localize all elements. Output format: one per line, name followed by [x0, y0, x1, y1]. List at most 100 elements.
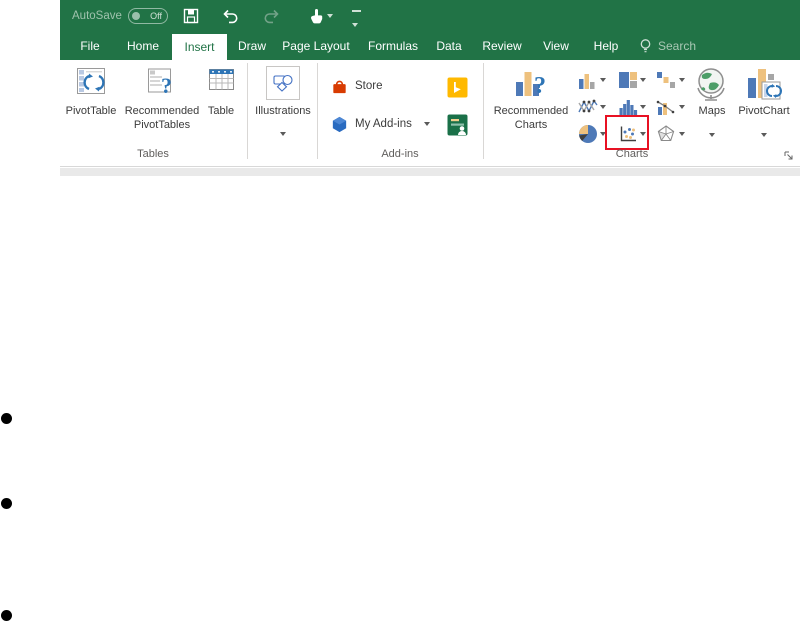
table-button[interactable]: Table [198, 66, 244, 119]
autosave-toggle[interactable]: Off [128, 8, 168, 24]
toggle-knob-icon [132, 12, 140, 20]
tab-home[interactable]: Home [116, 32, 170, 60]
recommended-pivottables-icon: ? [148, 68, 172, 96]
charts-dialog-launcher-button[interactable] [784, 151, 794, 161]
bing-icon [447, 77, 468, 98]
illustrations-button[interactable]: Illustrations [249, 66, 317, 141]
customize-toolbar-icon [352, 10, 361, 12]
formula-bar-edge [60, 168, 800, 176]
column-chart-dropdown-icon[interactable] [600, 78, 606, 82]
insert-column-chart-button[interactable] [578, 70, 598, 90]
chevron-down-icon [352, 23, 358, 27]
save-icon [183, 8, 199, 24]
tables-group-label: Tables [137, 148, 169, 160]
recommended-charts-label: Recommended Charts [493, 105, 569, 131]
line-stock-chart-icon [578, 99, 598, 113]
insert-hierarchy-chart-button[interactable] [618, 70, 638, 90]
statistic-chart-dropdown-icon[interactable] [640, 105, 646, 109]
redo-button[interactable] [263, 7, 281, 25]
illustrations-dropdown-icon [280, 131, 286, 136]
tab-formulas[interactable]: Formulas [357, 32, 429, 60]
tab-draw[interactable]: Draw [227, 32, 277, 60]
tab-data[interactable]: Data [429, 32, 469, 60]
my-addins-label: My Add-ins [355, 118, 412, 130]
insert-pie-chart-button[interactable] [578, 124, 598, 144]
treemap-chart-dropdown-icon[interactable] [640, 78, 646, 82]
waterfall-chart-icon [657, 72, 675, 88]
maps-dropdown-icon [709, 132, 715, 137]
customize-quick-access-button[interactable] [352, 10, 361, 32]
people-graph-icon [447, 114, 468, 136]
tab-file[interactable]: File [68, 32, 112, 60]
table-label: Table [207, 105, 235, 117]
dialog-launcher-icon [784, 151, 793, 160]
store-label: Store [355, 80, 383, 92]
histogram-chart-icon [619, 100, 638, 115]
my-addins-dropdown-icon[interactable] [424, 122, 430, 126]
tab-help[interactable]: Help [581, 32, 631, 60]
autosave-label: AutoSave [72, 10, 122, 22]
addins-group-label: Add-ins [381, 148, 419, 160]
insert-statistic-chart-button[interactable] [618, 97, 638, 117]
pivottable-label: PivotTable [65, 105, 117, 117]
autosave-state: Off [150, 11, 162, 21]
recommended-pivottables-button[interactable]: ? Recommended PivotTables [120, 66, 204, 132]
lightbulb-icon [640, 38, 651, 52]
bullet-marker [1, 610, 12, 621]
bullet-marker [1, 413, 12, 424]
column-chart-icon [579, 74, 595, 89]
svg-text:?: ? [534, 73, 546, 98]
insert-waterfall-chart-button[interactable] [656, 70, 676, 90]
pivotchart-dropdown-icon [761, 132, 767, 137]
insert-line-chart-button[interactable] [578, 97, 598, 117]
pie-chart-icon [579, 125, 597, 143]
insert-scatter-chart-button[interactable] [618, 124, 638, 144]
title-bar: AutoSave Off [60, 0, 800, 32]
redo-icon [264, 9, 279, 24]
charts-group-label: Charts [615, 148, 649, 160]
recommended-pivottables-label: Recommended PivotTables [124, 105, 200, 131]
insert-radar-chart-button[interactable] [656, 124, 676, 144]
group-divider [317, 63, 318, 159]
pie-chart-dropdown-icon[interactable] [600, 132, 606, 136]
tab-insert[interactable]: Insert [172, 34, 227, 60]
tab-review[interactable]: Review [473, 32, 531, 60]
illustrations-label: Illustrations [255, 105, 311, 117]
svg-text:?: ? [161, 73, 172, 96]
insert-combo-chart-button[interactable] [656, 97, 676, 117]
people-graph-addin-button[interactable] [447, 114, 468, 136]
pivottable-button[interactable]: PivotTable [62, 66, 120, 119]
bullet-marker [1, 498, 12, 509]
my-addins-button[interactable]: My Add-ins [330, 113, 412, 135]
group-divider [483, 63, 484, 159]
treemap-chart-icon [619, 72, 637, 88]
illustrations-shapes-icon [273, 74, 293, 92]
scatter-chart-dropdown-icon[interactable] [640, 132, 646, 136]
bing-addin-button[interactable] [447, 77, 468, 98]
line-chart-dropdown-icon[interactable] [600, 105, 606, 109]
undo-button[interactable] [221, 7, 239, 25]
group-divider [247, 63, 248, 159]
recommended-charts-icon: ? [516, 72, 546, 98]
pivotchart-icon [748, 69, 782, 100]
undo-icon [223, 9, 238, 24]
touch-mode-icon [311, 9, 323, 24]
store-button[interactable]: Store [330, 75, 383, 97]
radar-chart-icon [657, 125, 675, 142]
my-addins-hexagon-icon [332, 116, 347, 132]
ribbon-tab-row: File Home Insert Draw Page Layout Formul… [60, 32, 800, 60]
combo-chart-icon [656, 100, 675, 115]
tab-view[interactable]: View [533, 32, 579, 60]
recommended-charts-button[interactable]: ? Recommended Charts [492, 66, 570, 132]
pivotchart-button[interactable]: PivotChart [724, 66, 804, 142]
illustrations-iconbox [266, 66, 300, 100]
ribbon: PivotTable ? Recommended PivotTables Tab… [60, 60, 800, 167]
touch-mouse-mode-button[interactable] [307, 7, 325, 25]
tell-me-search[interactable]: Search [638, 32, 696, 60]
touch-mode-dropdown-icon[interactable] [327, 14, 333, 18]
table-icon [208, 69, 234, 90]
excel-window: AutoSave Off File Home Insert Draw Page … [60, 0, 800, 178]
pivottable-icon [77, 68, 105, 94]
tab-page-layout[interactable]: Page Layout [277, 32, 355, 60]
save-button[interactable] [182, 7, 200, 25]
